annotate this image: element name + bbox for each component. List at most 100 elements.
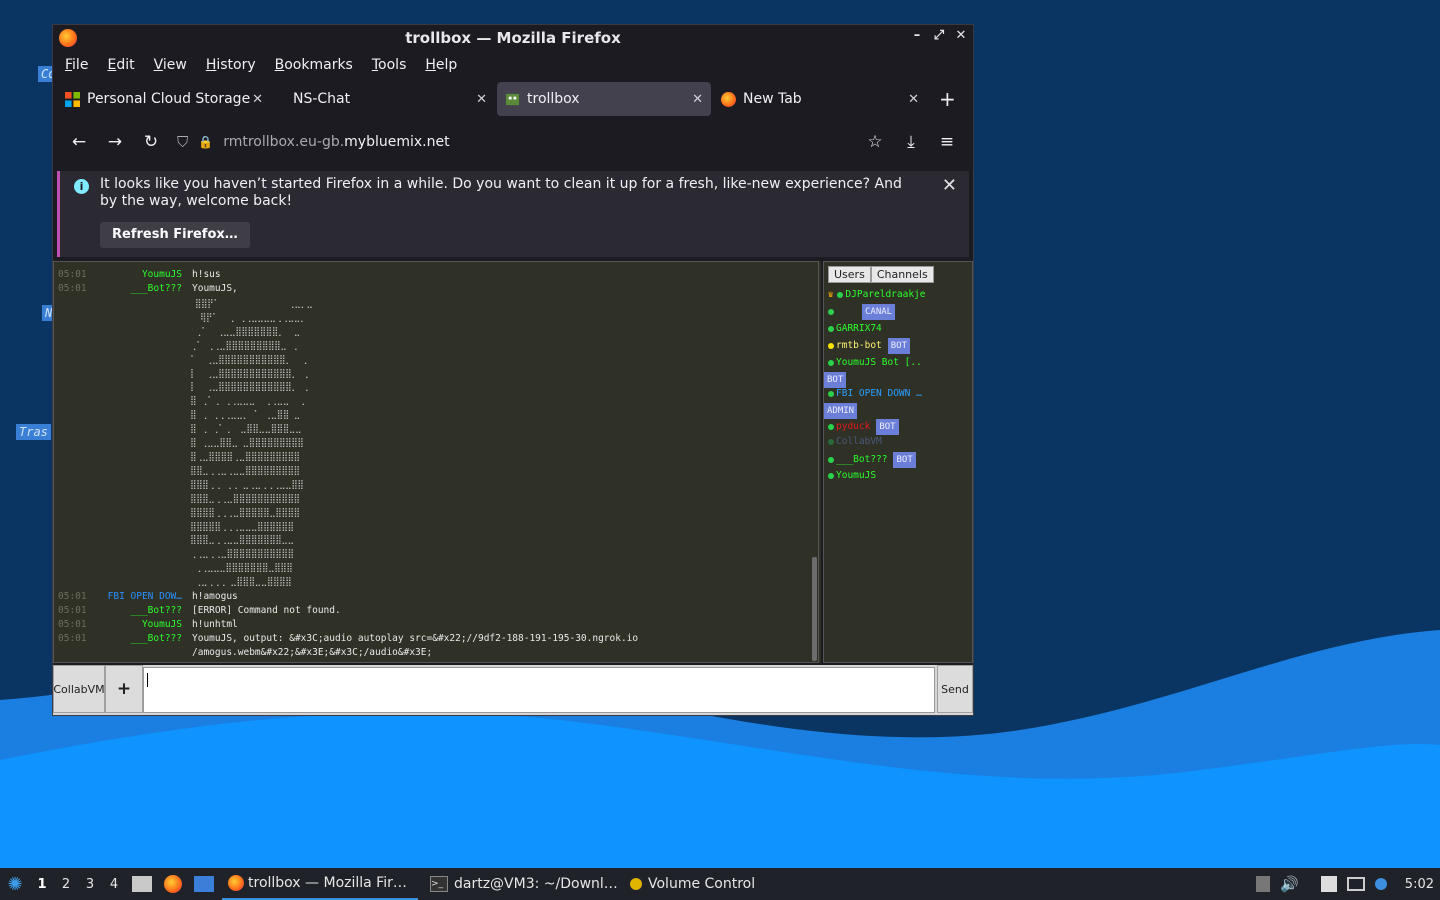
tab-close-icon[interactable]: ✕: [252, 92, 263, 107]
user-item[interactable]: YoumuJS: [828, 469, 876, 483]
tab-ns-chat[interactable]: NS-Chat ✕: [273, 82, 495, 116]
menu-file[interactable]: File: [57, 57, 99, 73]
chat-nick[interactable]: YoumuJS: [102, 618, 192, 632]
taskbar: ✺ 1 2 3 4 trollbox — Mozilla Fir… >_ dar…: [0, 868, 1440, 900]
hamburger-menu-icon[interactable]: ≡: [929, 132, 965, 152]
chat-message: 05:01 ___Bot??? YoumuJS, output: &#x3C;aud…: [58, 632, 639, 646]
chat-nick[interactable]: [102, 646, 192, 660]
reload-icon[interactable]: ↻: [133, 132, 169, 152]
chat-nick[interactable]: ___Bot???: [102, 632, 192, 646]
role-badge: BOT: [887, 338, 911, 354]
role-badge: CANAL: [862, 304, 896, 320]
role-badge: ADMIN: [824, 403, 858, 419]
role-badge: BOT: [824, 372, 847, 388]
trollbox-favicon-icon: [505, 93, 520, 105]
user-item[interactable]: CANAL: [828, 304, 896, 320]
chat-nick[interactable]: ___Bot???: [102, 604, 192, 618]
new-tab-plus-icon[interactable]: +: [939, 87, 956, 111]
user-item[interactable]: BOT: [824, 372, 847, 388]
input-bar: CollabVM + Send: [53, 665, 973, 715]
shield-icon[interactable]: ⛉: [177, 133, 188, 151]
back-arrow-icon[interactable]: ←: [61, 132, 97, 152]
chat-message: 05:01 YoumuJS h!unhtml: [58, 618, 238, 632]
scrollbar-thumb[interactable]: [812, 557, 817, 661]
close-icon[interactable]: ✕: [955, 28, 967, 43]
system-tray: 🔊 5:02: [1256, 868, 1440, 900]
collabvm-button[interactable]: CollabVM: [53, 665, 105, 713]
users-sidebar: Users Channels ♛ DJPareldraakje CANAL GAR…: [823, 261, 973, 663]
send-button[interactable]: Send: [937, 665, 973, 713]
firefox-window: trollbox — Mozilla Firefox – ⤢ ✕ File Ed…: [52, 24, 974, 716]
tab-channels[interactable]: Channels: [870, 266, 934, 283]
notification-icon[interactable]: [1374, 878, 1387, 890]
role-badge: BOT: [893, 452, 916, 468]
ascii-art-image: ⣿⣿⡟⠁ ⢀⣀⡀⣀ ⢿⡟⠁ ⢀ ⢀⢀⣀⣀⣀⣀⢀⢀⣀⣀⡀ ⢀⠁ ⢀⣀⣀⣿⣿⣿⣿⣿⣿…: [190, 299, 313, 588]
message-input[interactable]: [143, 667, 935, 713]
desktop-icon-label[interactable]: Tras: [16, 424, 51, 440]
url-bar[interactable]: ⛉ 🔒 rmtrollbox.eu-gb. mybluemix.net: [173, 126, 853, 158]
crown-icon: ♛: [828, 290, 834, 300]
workspace-3[interactable]: 3: [78, 877, 102, 892]
menu-bar: File Edit View History Bookmarks Tools H…: [53, 51, 973, 79]
workspace-4[interactable]: 4: [102, 877, 126, 892]
user-item[interactable]: rmtb-bot BOT: [828, 338, 911, 354]
tab-label: trollbox: [527, 91, 580, 107]
menu-view[interactable]: View: [146, 57, 198, 73]
user-item[interactable]: YoumuJS Bot [..: [828, 356, 922, 370]
chat-nick[interactable]: FBI OPEN DOW…: [102, 590, 192, 604]
tab-strip: Personal Cloud Storage ✕ NS-Chat ✕ troll…: [53, 79, 973, 119]
tab-close-icon[interactable]: ✕: [476, 92, 487, 107]
task-volume-control[interactable]: Volume Control: [624, 868, 784, 900]
tab-trollbox[interactable]: trollbox ✕: [497, 82, 711, 116]
menu-bookmarks[interactable]: Bookmarks: [267, 57, 364, 73]
maximize-icon[interactable]: ⤢: [933, 28, 945, 43]
tab-users[interactable]: Users: [828, 266, 871, 283]
user-item[interactable]: pyduck BOT: [828, 419, 899, 435]
chat-nick[interactable]: ___Bot???: [102, 282, 192, 296]
tray-up-icon[interactable]: [1256, 876, 1271, 892]
chat-message: 05:01 FBI OPEN DOW… h!amogus: [58, 590, 238, 604]
workspace-2[interactable]: 2: [54, 877, 78, 892]
menu-help[interactable]: Help: [417, 57, 468, 73]
chat-message: 05:01 YoumuJS h!sus: [58, 268, 221, 282]
clock[interactable]: 5:02: [1405, 877, 1434, 892]
file-manager-icon[interactable]: [132, 876, 152, 892]
speaker-icon[interactable]: 🔊: [1280, 875, 1299, 893]
role-badge: BOT: [876, 419, 899, 435]
tab-close-icon[interactable]: ✕: [692, 92, 703, 107]
refresh-firefox-button[interactable]: Refresh Firefox…: [100, 222, 250, 248]
task-terminal[interactable]: >_ dartz@VM3: ~/Downl…: [424, 868, 624, 900]
volume-control-icon: [630, 878, 642, 890]
user-item[interactable]: ADMIN: [824, 403, 858, 419]
menu-history[interactable]: History: [198, 57, 267, 73]
tab-close-icon[interactable]: ✕: [908, 92, 919, 107]
user-item[interactable]: CollabVM: [828, 435, 882, 449]
firefox-launcher-icon[interactable]: [164, 875, 182, 893]
network-icon[interactable]: [1346, 877, 1365, 891]
notification-close-icon[interactable]: ✕: [942, 175, 957, 196]
lock-icon[interactable]: 🔒: [198, 135, 213, 149]
start-menu-icon[interactable]: ✺: [0, 874, 30, 895]
user-item[interactable]: GARRIX74: [828, 322, 882, 336]
minimize-icon[interactable]: –: [911, 28, 923, 43]
menu-edit[interactable]: Edit: [99, 57, 145, 73]
window-title: trollbox — Mozilla Firefox: [405, 29, 621, 47]
workspace-1[interactable]: 1: [30, 877, 54, 892]
tab-personal-cloud[interactable]: Personal Cloud Storage ✕: [57, 82, 271, 116]
plus-button[interactable]: +: [105, 665, 143, 713]
user-item[interactable]: ___Bot??? BOT: [828, 452, 916, 468]
user-item[interactable]: FBI OPEN DOWN …: [828, 387, 922, 401]
chat-scrollbar[interactable]: [812, 261, 821, 663]
download-icon[interactable]: ⤓: [893, 132, 929, 152]
menu-tools[interactable]: Tools: [364, 57, 418, 73]
tab-new-tab[interactable]: New Tab ✕: [713, 82, 927, 116]
forward-arrow-icon[interactable]: →: [97, 132, 133, 152]
tab-label: New Tab: [743, 91, 802, 107]
desktop-icon[interactable]: [194, 876, 214, 892]
bookmark-star-icon[interactable]: ☆: [857, 132, 893, 152]
task-firefox[interactable]: trollbox — Mozilla Fir…: [222, 868, 418, 900]
clipboard-icon[interactable]: [1320, 876, 1337, 892]
firefox-icon: [721, 91, 736, 107]
user-item[interactable]: ♛ DJPareldraakje: [828, 288, 926, 302]
chat-nick[interactable]: YoumuJS: [102, 268, 192, 282]
